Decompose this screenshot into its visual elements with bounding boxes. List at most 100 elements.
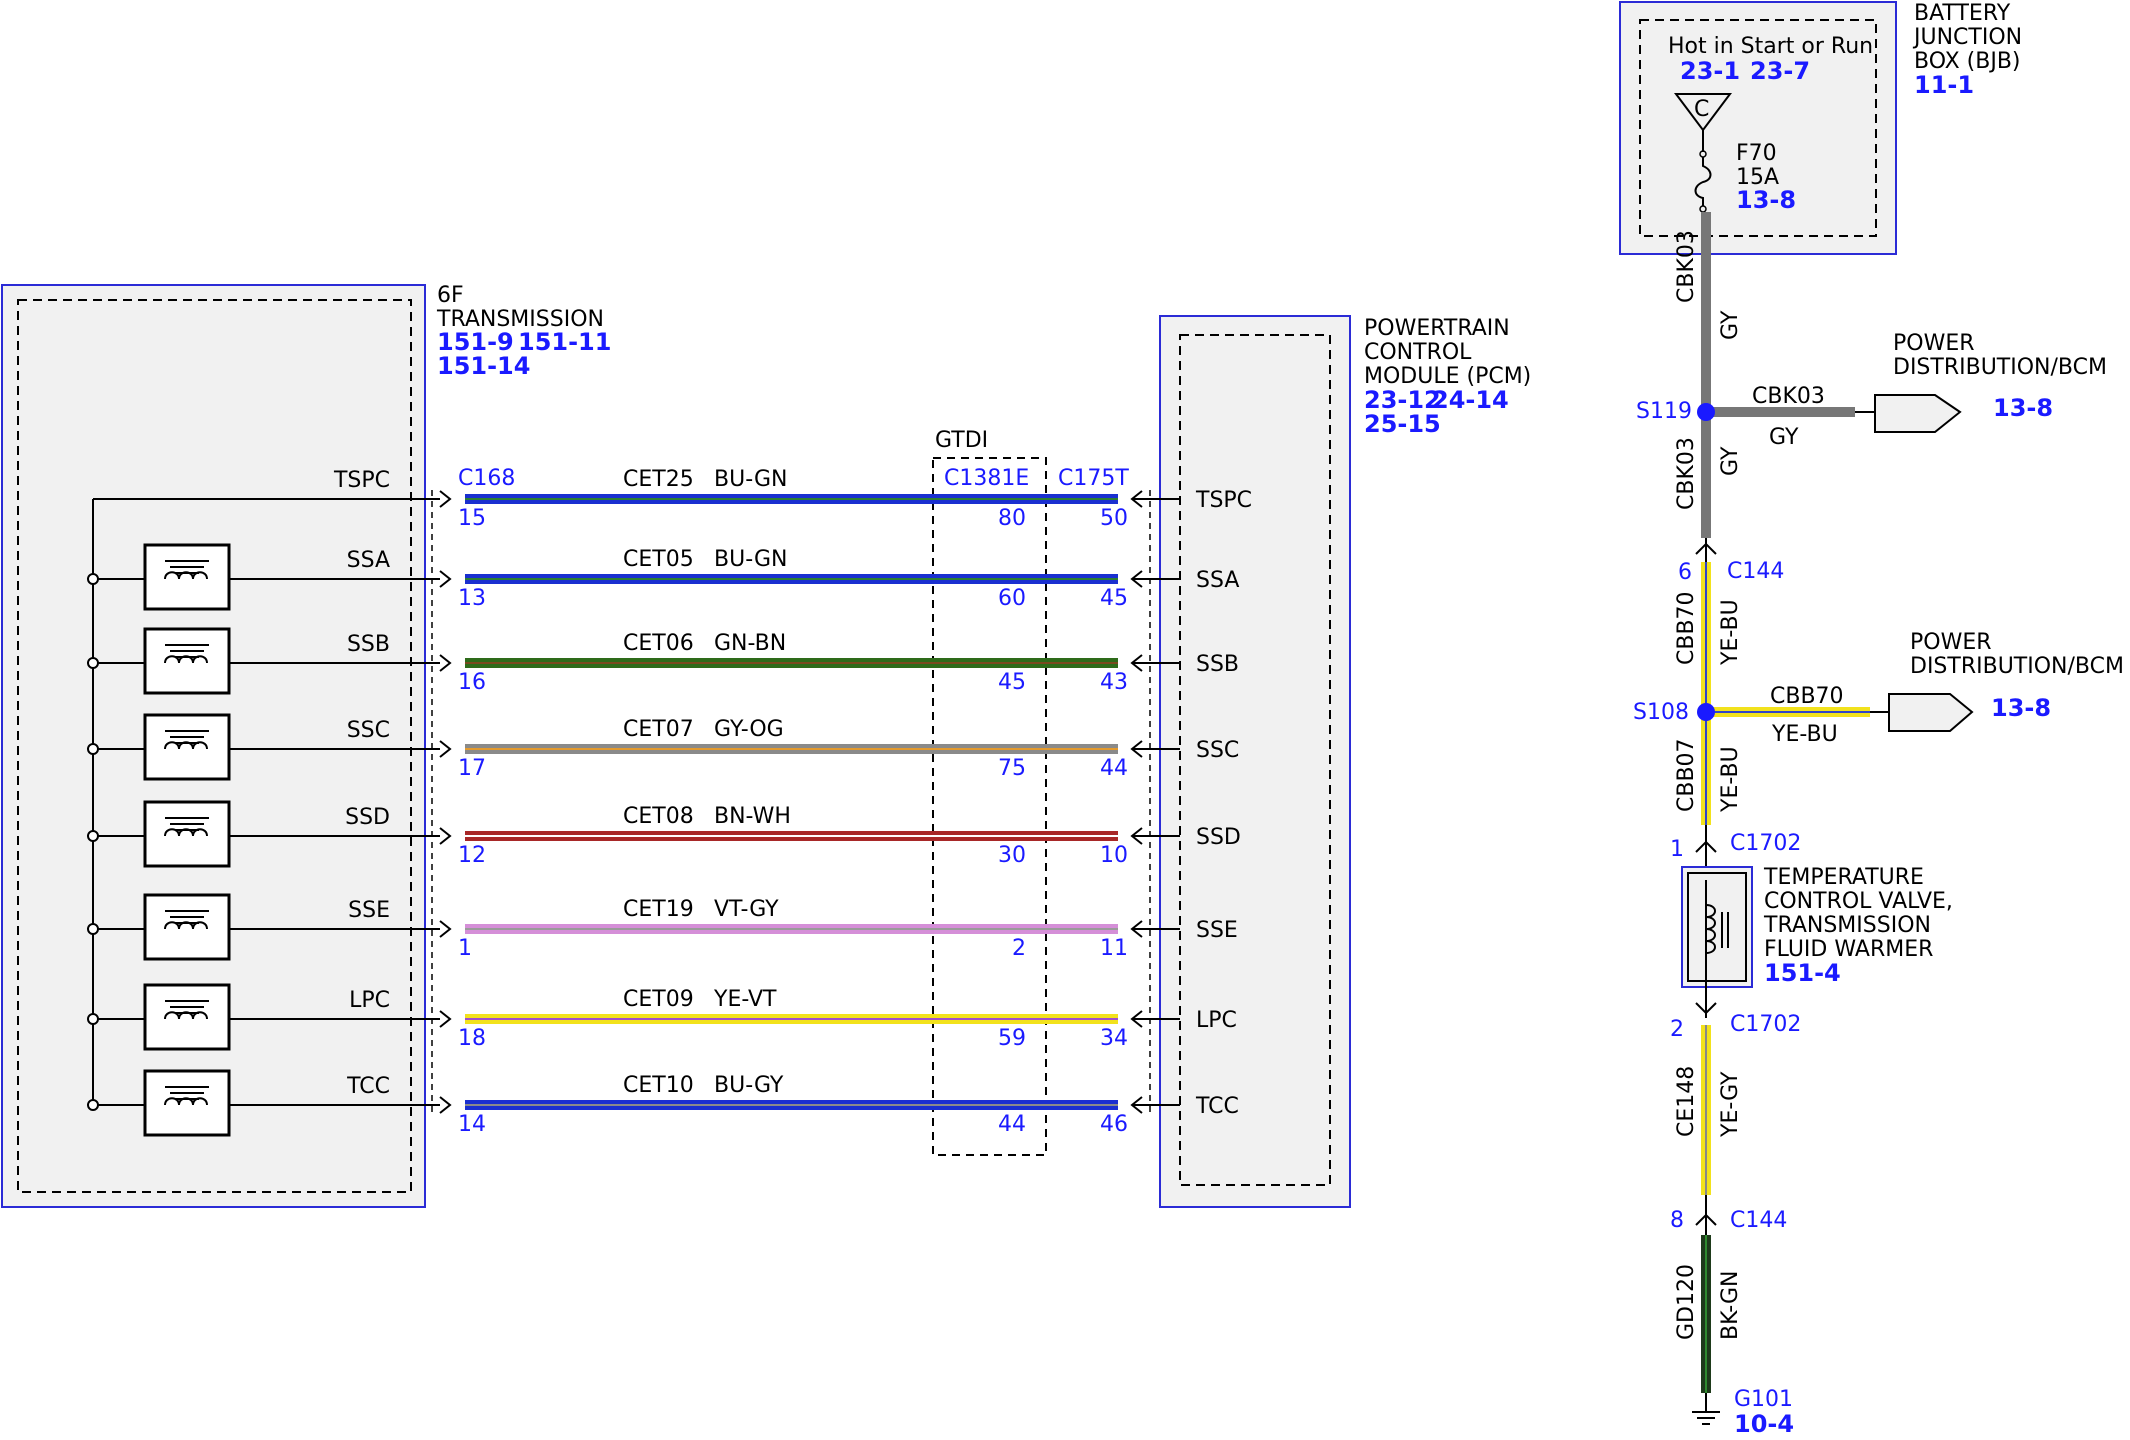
- transmission-ref-3[interactable]: 151-14: [437, 352, 530, 380]
- connector-arrow-icon: [439, 827, 452, 845]
- conn3-label[interactable]: C1702: [1730, 1012, 1801, 1037]
- pin-c1381e: 60: [998, 586, 1026, 611]
- connector-arrow-icon: [439, 740, 452, 758]
- seg6-color: BK-GN: [1718, 1271, 1743, 1340]
- bus-node: [87, 1013, 99, 1025]
- branch2-ref[interactable]: 13-8: [1991, 694, 2051, 722]
- branch1-circuit: CBK03: [1752, 384, 1825, 409]
- conn3-pin: 2: [1670, 1017, 1684, 1042]
- bus-label: C: [1694, 97, 1709, 122]
- hot-ref-1[interactable]: 23-1: [1680, 57, 1740, 85]
- pin-c1381e: 30: [998, 843, 1026, 868]
- seg3-circuit: CBB70: [1674, 591, 1699, 665]
- pcm-pin-ssc: SSC: [1196, 738, 1239, 763]
- pin-c175t: 11: [1100, 936, 1128, 961]
- splice-s108-label[interactable]: S108: [1633, 700, 1689, 725]
- bjb-title-2: JUNCTION: [1912, 25, 2022, 50]
- connector-arrow-icon: [439, 490, 452, 508]
- bjb-ref[interactable]: 11-1: [1914, 71, 1974, 99]
- solenoid-icon: [143, 1069, 231, 1137]
- pcm-pin-sse: SSE: [1196, 918, 1238, 943]
- branch2-dest-1: POWER: [1910, 630, 1992, 655]
- circuit-id: CET06: [623, 631, 694, 656]
- conn1-label[interactable]: C144: [1727, 559, 1784, 584]
- valve-name-1: TEMPERATURE: [1763, 865, 1924, 890]
- branch2-circuit: CBB70: [1770, 684, 1844, 709]
- pin-c1381e: 59: [998, 1026, 1026, 1051]
- conn4-label[interactable]: C144: [1730, 1208, 1787, 1233]
- transmission-ref-2[interactable]: 151-11: [518, 328, 611, 356]
- valve-name-2: CONTROL VALVE,: [1764, 889, 1953, 914]
- branch1-dest-1: POWER: [1893, 331, 1975, 356]
- circuit-color-code: BU-GN: [714, 547, 787, 572]
- circuit-color-code: YE-VT: [713, 987, 777, 1012]
- bus-node: [87, 573, 99, 585]
- pin-c1381e: 75: [998, 756, 1026, 781]
- circuit-color-code: VT-GY: [714, 897, 779, 922]
- ground-label[interactable]: G101: [1734, 1387, 1793, 1412]
- pin-c175t: 44: [1100, 756, 1128, 781]
- pin-c175t: 46: [1100, 1112, 1128, 1137]
- signal-label-lpc: LPC: [349, 988, 390, 1013]
- branch2-connector-icon[interactable]: [1888, 693, 1974, 732]
- gtdi-label: GTDI: [935, 428, 988, 453]
- pin-c175t: 50: [1100, 506, 1128, 531]
- pin-c168: 16: [458, 670, 486, 695]
- connector-c1381e-box: [932, 457, 1047, 1156]
- pcm-title-2: CONTROL: [1364, 340, 1472, 365]
- signal-label-ssb: SSB: [347, 632, 390, 657]
- connector-c175t-label[interactable]: C175T: [1058, 466, 1129, 491]
- signal-label-ssc: SSC: [347, 718, 390, 743]
- pin-c175t: 34: [1100, 1026, 1128, 1051]
- branch1-connector-icon[interactable]: [1874, 394, 1962, 433]
- pin-c1381e: 80: [998, 506, 1026, 531]
- circuit-id: CET19: [623, 897, 694, 922]
- connector-arrow-icon: [439, 570, 452, 588]
- bus-node: [87, 830, 99, 842]
- seg1-circuit: CBK03: [1674, 230, 1699, 303]
- conn2-label[interactable]: C1702: [1730, 831, 1801, 856]
- pin-c168: 17: [458, 756, 486, 781]
- circuit-color-code: GY-OG: [714, 717, 784, 742]
- pin-c1381e: 44: [998, 1112, 1026, 1137]
- ground-ref[interactable]: 10-4: [1734, 1410, 1794, 1438]
- solenoid-icon: [143, 800, 231, 868]
- pin-c175t: 43: [1100, 670, 1128, 695]
- signal-label-sse: SSE: [348, 898, 390, 923]
- hot-ref-2[interactable]: 23-7: [1750, 57, 1810, 85]
- seg4-color: YE-BU: [1718, 746, 1743, 813]
- branch1-dest-2: DISTRIBUTION/BCM: [1893, 355, 2107, 380]
- pin-c175t: 10: [1100, 843, 1128, 868]
- conn1-pin: 6: [1678, 560, 1692, 585]
- pin-c168: 12: [458, 843, 486, 868]
- signal-label-ssd: SSD: [345, 805, 390, 830]
- connector-c1381e-label[interactable]: C1381E: [944, 466, 1029, 491]
- solenoid-icon: [143, 983, 231, 1051]
- circuit-color-code: BU-GY: [714, 1073, 784, 1098]
- fuse-ref[interactable]: 13-8: [1736, 186, 1796, 214]
- seg5-color: YE-GY: [1718, 1071, 1743, 1138]
- connector-c168-label[interactable]: C168: [458, 466, 515, 491]
- pcm-box: [1159, 315, 1351, 1208]
- connector-arrow-icon: [439, 1010, 452, 1028]
- pin-c168: 13: [458, 586, 486, 611]
- seg2-circuit: CBK03: [1674, 437, 1699, 510]
- branch2-dest-2: DISTRIBUTION/BCM: [1910, 654, 2124, 679]
- pcm-ref-2[interactable]: 24-14: [1432, 386, 1509, 414]
- circuit-id: CET25: [623, 467, 694, 492]
- seg2-color: GY: [1718, 446, 1743, 476]
- pcm-pin-ssd: SSD: [1196, 825, 1241, 850]
- branch1-ref[interactable]: 13-8: [1993, 394, 2053, 422]
- diagram-canvas: 6F TRANSMISSION 151-9 151-11 151-14 POWE…: [1, 1, 2124, 1438]
- pin-c168: 1: [458, 936, 472, 961]
- splice-s119-label[interactable]: S119: [1636, 399, 1692, 424]
- branch2-color: YE-BU: [1771, 722, 1838, 747]
- pcm-ref-3[interactable]: 25-15: [1364, 410, 1441, 438]
- pcm-pin-lpc: LPC: [1196, 1008, 1237, 1033]
- seg1-color: GY: [1718, 310, 1743, 340]
- transmission-title-1: 6F: [437, 283, 464, 308]
- circuit-id: CET09: [623, 987, 694, 1012]
- valve-ref[interactable]: 151-4: [1764, 959, 1841, 987]
- circuit-id: CET07: [623, 717, 694, 742]
- signal-label-tspc: TSPC: [333, 468, 390, 493]
